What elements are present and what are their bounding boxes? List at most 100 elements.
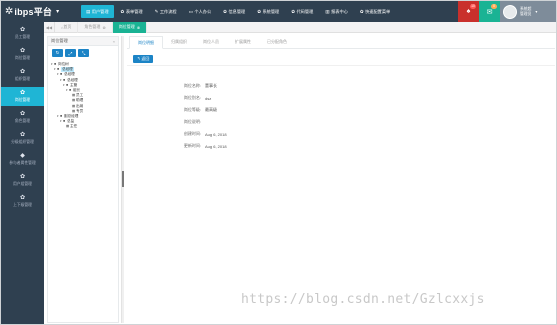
chevron-down-icon: ▾	[535, 9, 538, 14]
nav-icon: ▭	[188, 8, 193, 14]
sidebar-item-1[interactable]: ✿ 员工管理	[1, 24, 44, 43]
nav-item-5[interactable]: ✿ 信息管理	[218, 5, 250, 18]
sidebar-item-5[interactable]: ✿ 角色管理	[1, 108, 44, 127]
tree-node-label: 主任	[70, 124, 78, 129]
sidebar-item-label: 组织管理	[14, 77, 31, 81]
collapse-panel-icon[interactable]: «	[113, 39, 115, 44]
detail-form: 岗位名称: 董事长 岗位别名: dsz 岗位等级: 最高级 岗位说明: 创建时间: Aug 6,…	[127, 80, 555, 152]
nav-item-label: 工作流程	[159, 8, 177, 14]
collapse-all-button[interactable]: ⤡	[78, 49, 89, 57]
gear-icon: ◆	[20, 153, 25, 159]
refresh-button[interactable]: ↻	[52, 49, 63, 57]
nav-item-label: 快速配置菜单	[365, 8, 391, 14]
gear-icon: ✿	[19, 90, 26, 96]
sidebar-item-7[interactable]: ◆ 参与者属性管理	[1, 150, 44, 169]
brand-name: ibps平台	[14, 7, 53, 17]
gear-icon: ✿	[19, 48, 26, 54]
sidebar-item-label: 参与者属性管理	[9, 161, 36, 165]
mail-button[interactable]: ✉ 0	[479, 1, 500, 22]
post-tree: ▾ ■ 岗位树 ▾ ■ 总经理 ▾ ■ 总经理 ▾ ■ 总经理 ▾ ■ 主管 ▾ ■ 组长 ▦ 员工 ▦ 助理 ▦ 出纳 ▦ 专员…	[48, 60, 118, 129]
notification-button[interactable]: ♠ 10	[458, 1, 479, 22]
detail-label: 更新时间:	[183, 143, 201, 148]
detail-label: 创建时间:	[183, 131, 201, 136]
sidebar-item-label: 上下级管理	[13, 203, 32, 207]
nav-item-label: 用户管理	[91, 8, 109, 14]
detail-value: Aug 6, 2018	[205, 131, 227, 137]
detail-value: Aug 6, 2018	[205, 143, 227, 149]
bell-icon: ♠	[466, 8, 471, 15]
detail-row: 更新时间: Aug 6, 2018	[127, 140, 555, 152]
tree-toolbar: ↻ ⤢ ⤡	[48, 46, 118, 60]
gear-icon: ✿	[19, 69, 26, 75]
panel-splitter[interactable]	[121, 36, 124, 323]
sidebar-item-8[interactable]: ✿ 用户组管理	[1, 171, 44, 190]
sidebar-item-label: 岗位管理	[14, 56, 31, 60]
top-bar: ✲ ibps平台 ▾ ▤ 用户管理 ✿ 表单管理 ✎ 工作流程 ▭ 个人办公 ✿ 信息管理 ✿ 系统管…	[1, 1, 556, 22]
gear-icon: ✿	[19, 27, 26, 33]
nav-item-7[interactable]: ✿ 代码管理	[286, 5, 318, 18]
detail-row: 岗位等级: 最高级	[127, 104, 555, 116]
tab-label: 岗位管理	[118, 24, 135, 29]
tab-3[interactable]: 岗位管理 ⊗	[112, 21, 148, 33]
detail-tab-2[interactable]: 归属组织	[163, 36, 195, 48]
gear-icon: ✿	[19, 111, 26, 117]
watermark: https://blog.csdn.net/Gzlcxxjs	[241, 292, 485, 307]
tabs-scroll-left-button[interactable]: ◀◀	[44, 21, 55, 33]
sidebar-item-3[interactable]: ✿ 组织管理	[1, 66, 44, 85]
detail-value: dsz	[205, 95, 212, 101]
detail-value: 董事长	[205, 83, 217, 88]
detail-tab-1[interactable]: 岗位明细	[129, 36, 163, 49]
nav-item-8[interactable]: ▥ 报表中心	[320, 5, 353, 18]
nav-item-4[interactable]: ▭ 个人办公	[184, 5, 217, 18]
expand-all-button[interactable]: ⤢	[65, 49, 76, 57]
user-name-line1: 系统超	[520, 6, 532, 11]
sidebar: ✿ 员工管理 ✿ 岗位管理 ✿ 组织管理 ✿ 岗位管理 ✿ 角色管理 ✿ 分级组织管理 ◆ 参与者属性管理…	[1, 22, 44, 324]
sidebar-item-label: 员工管理	[14, 35, 31, 39]
panel-title: 岗位管理	[51, 38, 68, 43]
gear-icon: ✿	[19, 195, 26, 201]
nav-item-9[interactable]: ✿ 快速配置菜单	[355, 5, 395, 18]
post-tree-panel: 岗位管理 « ↻ ⤢ ⤡ ▾ ■ 岗位树 ▾ ■ 总经理 ▾ ■ 总经理 ▾ ■ 总经理 ▾ ■ 主管 ▾ ■ 组长 ▦…	[47, 36, 119, 323]
brand-logo[interactable]: ✲ ibps平台 ▾	[5, 4, 73, 19]
nav-item-2[interactable]: ✿ 表单管理	[116, 5, 148, 18]
nav-item-3[interactable]: ✎ 工作流程	[150, 5, 182, 18]
tab-1[interactable]: ⌂ 首页	[55, 21, 79, 33]
tab-label: 角色管理	[84, 24, 101, 29]
nav-icon: ✿	[257, 8, 261, 14]
nav-item-label: 表单管理	[125, 8, 143, 14]
user-menu[interactable]: 系统超 管理员 ▾	[500, 1, 556, 22]
nav-item-label: 信息管理	[228, 8, 246, 14]
tab-2[interactable]: 角色管理 ⊗	[78, 21, 113, 33]
avatar	[503, 4, 517, 19]
sidebar-item-2[interactable]: ✿ 岗位管理	[1, 45, 44, 64]
detail-row: 岗位说明:	[127, 116, 555, 128]
nav-item-1[interactable]: ▤ 用户管理	[81, 5, 114, 18]
close-icon[interactable]: ⊗	[137, 25, 140, 30]
user-name-line2: 管理员	[520, 11, 532, 16]
tree-node[interactable]: ▦ 主任	[51, 124, 118, 129]
sidebar-item-label: 分级组织管理	[11, 140, 34, 144]
sidebar-item-4[interactable]: ✿ 岗位管理	[1, 87, 44, 106]
nav-icon: ✿	[359, 8, 364, 14]
detail-tabs: 岗位明细 归属组织 岗位人员 扩展属性 已分配角色	[127, 36, 555, 49]
detail-row: 岗位名称: 董事长	[127, 80, 555, 92]
close-icon[interactable]: ⊗	[102, 25, 105, 30]
nav-item-6[interactable]: ✿ 系统管理	[252, 5, 284, 18]
sidebar-item-label: 用户组管理	[13, 182, 32, 186]
nav-icon: ✎	[154, 8, 159, 14]
back-button[interactable]: ↰ 返回	[133, 54, 154, 63]
gear-icon: ✿	[19, 174, 26, 180]
detail-tab-3[interactable]: 岗位人员	[195, 36, 227, 48]
sidebar-item-6[interactable]: ✿ 分级组织管理	[1, 129, 44, 148]
nav-item-label: 报表中心	[331, 8, 348, 14]
app-window: ✲ ibps平台 ▾ ▤ 用户管理 ✿ 表单管理 ✎ 工作流程 ▭ 个人办公 ✿ 信息管理 ✿ 系统管…	[0, 0, 557, 325]
sidebar-item-label: 角色管理	[14, 119, 31, 123]
detail-tab-4[interactable]: 扩展属性	[227, 36, 259, 48]
detail-tab-5[interactable]: 已分配角色	[259, 36, 295, 48]
nav-icon: ▤	[86, 8, 91, 14]
nav-icon: ▥	[325, 8, 330, 14]
nav-item-label: 代码管理	[296, 8, 314, 14]
splitter-handle[interactable]	[122, 171, 124, 187]
sidebar-item-9[interactable]: ✿ 上下级管理	[1, 192, 44, 211]
detail-row: 岗位别名: dsz	[127, 92, 555, 104]
